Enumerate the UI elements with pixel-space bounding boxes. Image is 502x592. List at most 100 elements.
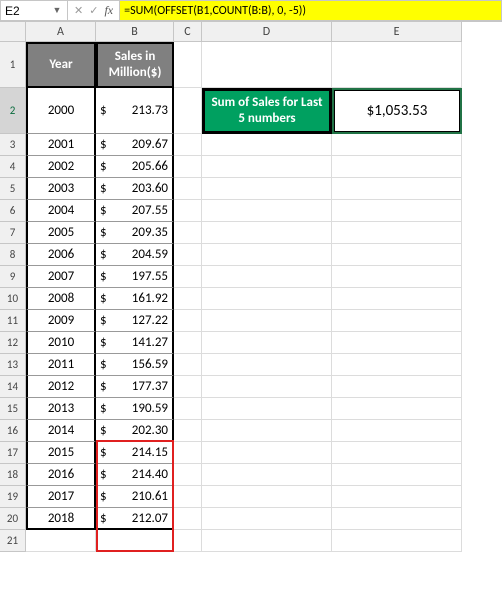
col-header-B[interactable]: B: [96, 22, 174, 42]
cell-E21[interactable]: [332, 530, 462, 552]
cell-B12[interactable]: $141.27: [96, 332, 174, 354]
cell-A14[interactable]: 2012: [26, 376, 96, 398]
cell-A9[interactable]: 2007: [26, 266, 96, 288]
cell-A1[interactable]: Year: [26, 42, 96, 88]
cell-E19[interactable]: [332, 486, 462, 508]
cell-B11[interactable]: $127.22: [96, 310, 174, 332]
cell-C7[interactable]: [174, 222, 202, 244]
col-header-D[interactable]: D: [202, 22, 332, 42]
row-header-16[interactable]: 16: [0, 420, 26, 442]
cell-E18[interactable]: [332, 464, 462, 486]
cell-C5[interactable]: [174, 178, 202, 200]
cell-A17[interactable]: 2015: [26, 442, 96, 464]
cell-A12[interactable]: 2010: [26, 332, 96, 354]
cell-B14[interactable]: $177.37: [96, 376, 174, 398]
cell-D16[interactable]: [202, 420, 332, 442]
col-header-C[interactable]: C: [174, 22, 202, 42]
row-header-12[interactable]: 12: [0, 332, 26, 354]
row-header-9[interactable]: 9: [0, 266, 26, 288]
cell-C20[interactable]: [174, 508, 202, 530]
cell-E3[interactable]: [332, 134, 462, 156]
cell-B17[interactable]: $214.15: [96, 442, 174, 464]
cell-D15[interactable]: [202, 398, 332, 420]
cell-D19[interactable]: [202, 486, 332, 508]
cell-C3[interactable]: [174, 134, 202, 156]
cell-A10[interactable]: 2008: [26, 288, 96, 310]
row-header-21[interactable]: 21: [0, 530, 26, 552]
row-header-2[interactable]: 2: [0, 88, 26, 134]
cell-B15[interactable]: $190.59: [96, 398, 174, 420]
cell-C8[interactable]: [174, 244, 202, 266]
cell-A20[interactable]: 2018: [26, 508, 96, 530]
cell-B3[interactable]: $209.67: [96, 134, 174, 156]
cell-E13[interactable]: [332, 354, 462, 376]
name-box-input[interactable]: [1, 4, 49, 18]
cell-E9[interactable]: [332, 266, 462, 288]
cell-A13[interactable]: 2011: [26, 354, 96, 376]
cell-D4[interactable]: [202, 156, 332, 178]
cell-A2[interactable]: 2000: [26, 88, 96, 134]
cell-C12[interactable]: [174, 332, 202, 354]
cell-B16[interactable]: $202.30: [96, 420, 174, 442]
cell-A11[interactable]: 2009: [26, 310, 96, 332]
cell-D11[interactable]: [202, 310, 332, 332]
cell-A5[interactable]: 2003: [26, 178, 96, 200]
cell-E16[interactable]: [332, 420, 462, 442]
cell-E10[interactable]: [332, 288, 462, 310]
cell-B13[interactable]: $156.59: [96, 354, 174, 376]
cell-B19[interactable]: $210.61: [96, 486, 174, 508]
cell-B8[interactable]: $204.59: [96, 244, 174, 266]
cell-C16[interactable]: [174, 420, 202, 442]
cell-C19[interactable]: [174, 486, 202, 508]
cell-E6[interactable]: [332, 200, 462, 222]
cell-B4[interactable]: $205.66: [96, 156, 174, 178]
row-header-20[interactable]: 20: [0, 508, 26, 530]
cell-B10[interactable]: $161.92: [96, 288, 174, 310]
cell-C11[interactable]: [174, 310, 202, 332]
cell-C9[interactable]: [174, 266, 202, 288]
row-header-17[interactable]: 17: [0, 442, 26, 464]
cell-D21[interactable]: [202, 530, 332, 552]
cell-E2[interactable]: $1,053.53: [332, 88, 462, 134]
row-header-19[interactable]: 19: [0, 486, 26, 508]
col-header-E[interactable]: E: [332, 22, 462, 42]
cell-D7[interactable]: [202, 222, 332, 244]
cell-B6[interactable]: $207.55: [96, 200, 174, 222]
cell-C2[interactable]: [174, 88, 202, 134]
cell-A16[interactable]: 2014: [26, 420, 96, 442]
cell-D6[interactable]: [202, 200, 332, 222]
cell-B18[interactable]: $214.40: [96, 464, 174, 486]
row-header-5[interactable]: 5: [0, 178, 26, 200]
cancel-icon[interactable]: ✕: [74, 4, 83, 17]
cell-D1[interactable]: [202, 42, 332, 88]
enter-icon[interactable]: ✓: [89, 4, 98, 17]
cell-D17[interactable]: [202, 442, 332, 464]
row-header-11[interactable]: 11: [0, 310, 26, 332]
cell-C4[interactable]: [174, 156, 202, 178]
cell-D3[interactable]: [202, 134, 332, 156]
row-header-13[interactable]: 13: [0, 354, 26, 376]
row-header-8[interactable]: 8: [0, 244, 26, 266]
cell-C17[interactable]: [174, 442, 202, 464]
cell-D20[interactable]: [202, 508, 332, 530]
formula-input[interactable]: =SUM(OFFSET(B1,COUNT(B:B), 0, -5)): [119, 0, 502, 21]
cell-A4[interactable]: 2002: [26, 156, 96, 178]
fx-icon[interactable]: fx: [104, 3, 113, 18]
cell-E5[interactable]: [332, 178, 462, 200]
cell-E17[interactable]: [332, 442, 462, 464]
cell-C10[interactable]: [174, 288, 202, 310]
cell-A3[interactable]: 2001: [26, 134, 96, 156]
row-header-3[interactable]: 3: [0, 134, 26, 156]
name-box-dropdown-icon[interactable]: ▼: [49, 5, 65, 16]
cell-C15[interactable]: [174, 398, 202, 420]
cell-D14[interactable]: [202, 376, 332, 398]
row-header-4[interactable]: 4: [0, 156, 26, 178]
cell-E20[interactable]: [332, 508, 462, 530]
cell-A18[interactable]: 2016: [26, 464, 96, 486]
cell-E11[interactable]: [332, 310, 462, 332]
cell-C14[interactable]: [174, 376, 202, 398]
cell-D2[interactable]: Sum of Sales for Last 5 numbers: [202, 88, 332, 134]
row-header-18[interactable]: 18: [0, 464, 26, 486]
cell-D12[interactable]: [202, 332, 332, 354]
row-header-6[interactable]: 6: [0, 200, 26, 222]
